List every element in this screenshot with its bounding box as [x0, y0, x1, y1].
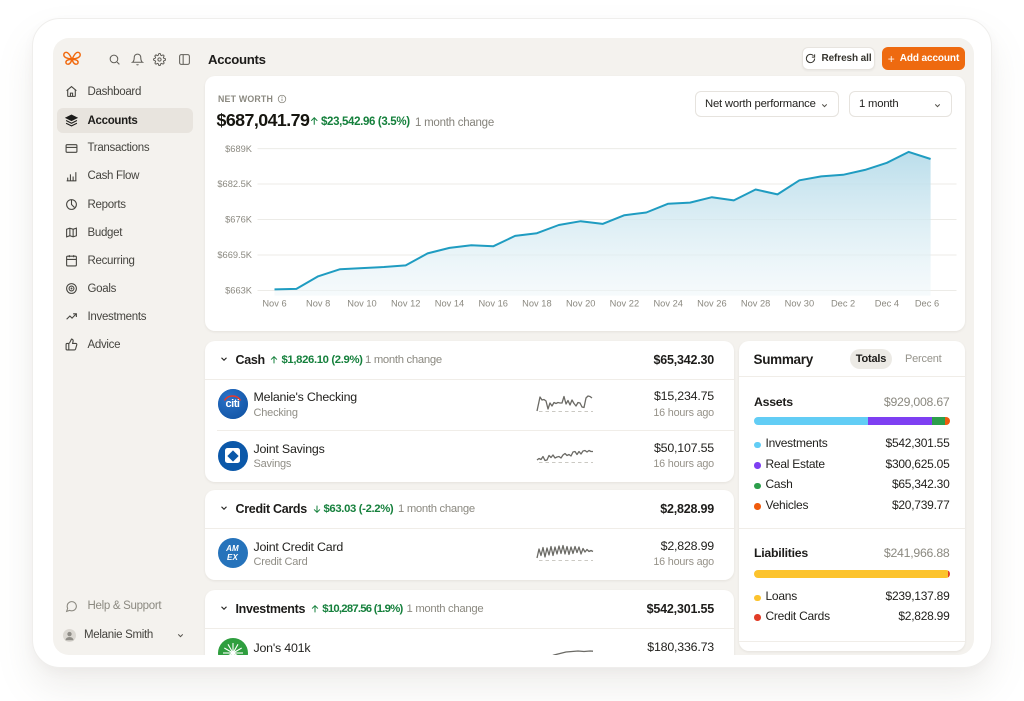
svg-text:Nov 8: Nov 8 — [306, 299, 330, 309]
svg-text:Nov 12: Nov 12 — [390, 299, 419, 309]
svg-text:Nov 24: Nov 24 — [653, 299, 682, 309]
svg-text:Nov 20: Nov 20 — [565, 299, 594, 309]
svg-text:Nov 14: Nov 14 — [434, 299, 463, 309]
svg-text:Nov 28: Nov 28 — [740, 299, 769, 309]
svg-text:Dec 4: Dec 4 — [874, 299, 898, 309]
svg-text:$682.5K: $682.5K — [217, 179, 252, 189]
svg-text:Nov 30: Nov 30 — [784, 299, 813, 309]
svg-text:Dec 6: Dec 6 — [914, 299, 938, 309]
svg-text:$669.5K: $669.5K — [217, 250, 252, 260]
svg-text:$676K: $676K — [225, 215, 253, 225]
svg-text:Nov 16: Nov 16 — [478, 299, 507, 309]
svg-text:Nov 10: Nov 10 — [347, 299, 376, 309]
svg-text:Nov 26: Nov 26 — [697, 299, 726, 309]
svg-text:Nov 6: Nov 6 — [262, 299, 286, 309]
svg-text:$663K: $663K — [225, 286, 253, 296]
svg-text:Dec 2: Dec 2 — [830, 299, 854, 309]
svg-text:$689K: $689K — [225, 144, 253, 154]
svg-text:Nov 22: Nov 22 — [609, 299, 638, 309]
svg-text:Nov 18: Nov 18 — [522, 299, 551, 309]
